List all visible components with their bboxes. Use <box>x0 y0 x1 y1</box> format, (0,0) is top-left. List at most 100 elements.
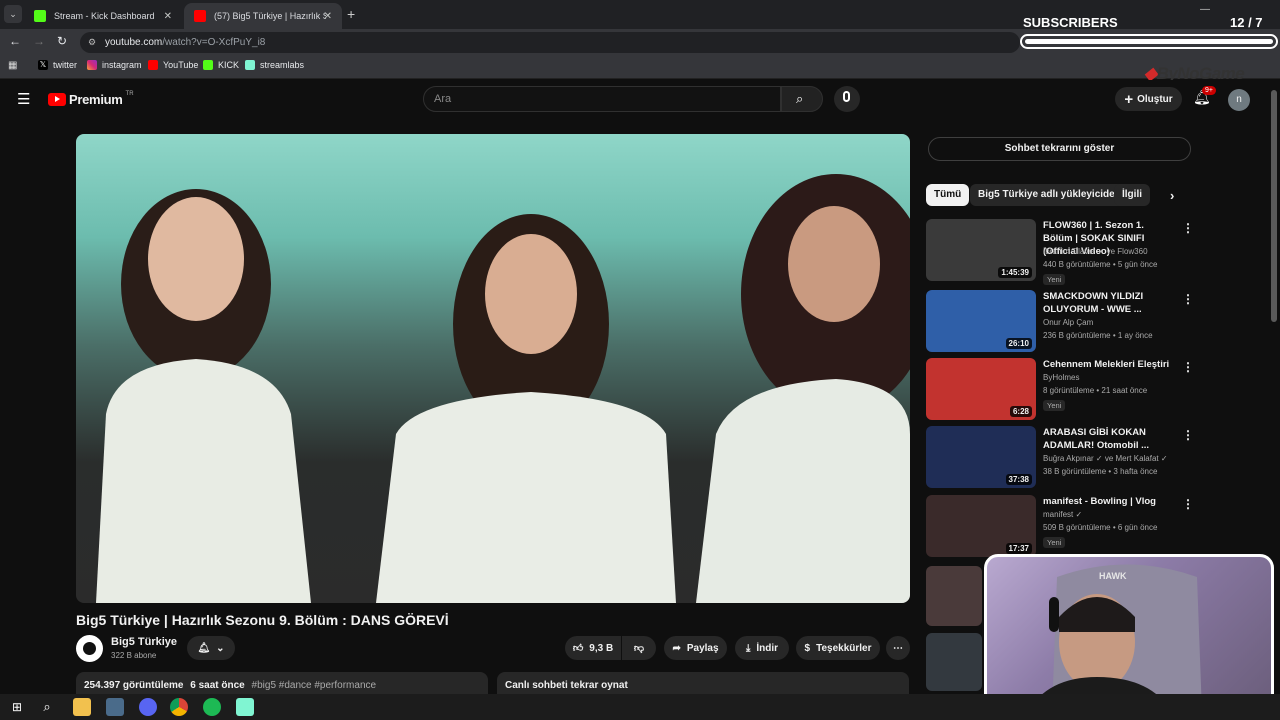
bookmark-kick[interactable]: KICK <box>203 60 239 70</box>
site-info-icon[interactable]: ⚙ <box>88 32 96 53</box>
bookmark-youtube[interactable]: YouTube <box>148 60 198 70</box>
recommendation-item[interactable]: 26:10 SMACKDOWN YILDIZI OLUYORUM - WWE ..… <box>926 290 1194 352</box>
forward-icon[interactable]: → <box>33 34 45 48</box>
more-actions-button[interactable]: ⋯ <box>886 636 910 660</box>
recommendation-channel[interactable]: Onur Alp Çam <box>1043 318 1093 327</box>
create-button[interactable]: + Oluştur <box>1115 87 1182 111</box>
subscription-bell-button[interactable]: 🔔︎ ⌄ <box>187 636 235 660</box>
recommendation-thumbnail[interactable]: 37:38 <box>926 426 1036 488</box>
tab-search-dropdown-icon[interactable]: ⌄ <box>4 5 22 23</box>
thanks-icon: $ <box>804 642 811 654</box>
channel-avatar[interactable] <box>76 635 103 662</box>
recommendation-item[interactable]: 37:38 ARABASI GİBİ KOKAN ADAMLAR! Otomobi… <box>926 426 1194 488</box>
share-button[interactable]: ➦ Paylaş <box>664 636 727 660</box>
new-badge: Yeni <box>1043 537 1066 548</box>
tab-youtube-video[interactable]: (57) Big5 Türkiye | Hazırlık Sezo ✕ <box>184 3 342 29</box>
tab-title: Stream - Kick Dashboard <box>54 11 155 21</box>
streamlabs-icon[interactable] <box>236 698 254 716</box>
recommendation-title[interactable]: manifest - Bowling | Vlog <box>1043 495 1173 508</box>
more-vertical-icon[interactable]: ⋮ <box>1182 428 1194 442</box>
menu-icon[interactable]: ☰ <box>17 90 30 108</box>
bookmark-label: streamlabs <box>260 60 305 70</box>
close-tab-icon[interactable]: ✕ <box>324 11 332 22</box>
recommendation-item[interactable]: 1:45:39 FLOW360 | 1. Sezon 1. Bölüm | SOK… <box>926 219 1194 285</box>
tab-kick-dashboard[interactable]: Stream - Kick Dashboard ✕ <box>24 3 182 29</box>
search-input[interactable]: Ara <box>423 86 781 112</box>
download-button[interactable]: ⤓ İndir <box>735 636 789 660</box>
more-vertical-icon[interactable]: ⋮ <box>1182 221 1194 235</box>
video-duration: 1:45:39 <box>998 267 1032 278</box>
share-icon: ➦ <box>672 642 681 654</box>
account-avatar[interactable]: n <box>1228 89 1250 111</box>
windows-start-icon[interactable]: ⊞ <box>8 698 26 716</box>
search-icon[interactable]: ⌕ <box>38 698 56 716</box>
recommendation-thumbnail-partial[interactable] <box>926 633 982 691</box>
close-tab-icon[interactable]: ✕ <box>164 11 172 22</box>
bookmark-instagram[interactable]: instagram <box>87 60 142 70</box>
recommendation-item[interactable]: 17:37 manifest - Bowling | Vlog manifest ✓… <box>926 495 1194 557</box>
show-chat-replay-button[interactable]: Sohbet tekrarını göster <box>928 137 1191 161</box>
youtube-logo[interactable]: Premium TR <box>48 91 134 107</box>
video-duration: 37:38 <box>1005 474 1032 485</box>
microphone-icon <box>843 91 850 102</box>
new-badge: Yeni <box>1043 274 1066 285</box>
video-duration: 17:37 <box>1005 543 1032 554</box>
chip-related[interactable]: İlgili <box>1114 184 1150 206</box>
voice-search-button[interactable] <box>834 86 860 112</box>
notifications-button[interactable]: 🔔︎ 9+ <box>1193 86 1216 107</box>
webcam-overlay: HAWK <box>984 554 1274 716</box>
discord-icon[interactable] <box>139 698 157 716</box>
more-vertical-icon[interactable]: ⋮ <box>1182 292 1194 306</box>
hashtags[interactable]: #big5 #dance #performance <box>252 680 377 691</box>
search-button[interactable]: ⌕ <box>781 86 823 112</box>
recommendation-thumbnail-partial[interactable] <box>926 566 982 626</box>
view-count: 254.397 görüntüleme <box>84 680 184 691</box>
recommendation-channel[interactable]: ByHolmes <box>1043 373 1079 382</box>
windows-taskbar: ⊞ ⌕ <box>0 694 1280 720</box>
thumbs-up-icon: 👍︎ <box>572 643 584 654</box>
video-duration: 26:10 <box>1005 338 1032 349</box>
url-field[interactable]: ⚙ youtube.com/watch?v=O-XcfPuY_i8 <box>80 32 1020 53</box>
search-placeholder: Ara <box>434 93 452 105</box>
file-explorer-icon[interactable] <box>73 698 91 716</box>
thumbs-down-icon: 👎︎ <box>633 643 645 654</box>
like-button[interactable]: 👍︎ 9,3 B <box>565 636 621 660</box>
recommendation-channel[interactable]: Buğra Akpınar ✓ ve Mert Kalafat ✓ <box>1043 454 1168 463</box>
recommendation-thumbnail[interactable]: 1:45:39 <box>926 219 1036 281</box>
more-vertical-icon[interactable]: ⋮ <box>1182 497 1194 511</box>
recommendation-title[interactable]: SMACKDOWN YILDIZI OLUYORUM - WWE ... <box>1043 290 1173 316</box>
app-icon[interactable] <box>106 698 124 716</box>
upload-time: 6 saat önce <box>190 680 245 691</box>
channel-subscribers: 322 B abone <box>111 651 157 660</box>
recommendation-channel[interactable]: İbrahim Tilaver ✓ ve Flow360 <box>1043 247 1148 256</box>
recommendation-thumbnail[interactable]: 26:10 <box>926 290 1036 352</box>
recommendation-title[interactable]: Cehennem Melekleri Eleştiri <box>1043 358 1173 371</box>
chip-from-uploader[interactable]: Big5 Türkiye adlı yükleyiciden <box>970 184 1129 206</box>
chrome-icon[interactable] <box>170 698 188 716</box>
recommendation-thumbnail[interactable]: 17:37 <box>926 495 1036 557</box>
bookmark-twitter[interactable]: 𝕏 twitter <box>38 60 77 70</box>
video-player[interactable] <box>76 134 910 603</box>
back-icon[interactable]: ← <box>9 34 21 48</box>
reload-icon[interactable]: ↻ <box>57 34 67 48</box>
channel-name[interactable]: Big5 Türkiye <box>111 636 177 648</box>
bookmark-label: YouTube <box>163 60 199 70</box>
minimize-icon[interactable]: — <box>1200 4 1210 15</box>
new-tab-button[interactable]: + <box>347 6 355 22</box>
x-icon: 𝕏 <box>38 60 48 70</box>
spotify-icon[interactable] <box>203 698 221 716</box>
recommendation-item[interactable]: 6:28 Cehennem Melekleri Eleştiri ByHolmes 8… <box>926 358 1194 420</box>
more-vertical-icon[interactable]: ⋮ <box>1182 360 1194 374</box>
thanks-button[interactable]: $ Teşekkürler <box>796 636 880 660</box>
scrollbar[interactable] <box>1271 90 1277 322</box>
apps-icon[interactable]: ▦ <box>8 60 17 71</box>
bookmark-streamlabs[interactable]: streamlabs <box>245 60 304 70</box>
recommendation-title[interactable]: ARABASI GİBİ KOKAN ADAMLAR! Otomobil ... <box>1043 426 1173 452</box>
youtube-icon <box>148 60 158 70</box>
recommendation-thumbnail[interactable]: 6:28 <box>926 358 1036 420</box>
recommendation-channel[interactable]: manifest ✓ <box>1043 510 1082 519</box>
chip-all[interactable]: Tümü <box>926 184 970 206</box>
chevron-right-icon[interactable]: › <box>1170 188 1174 203</box>
kick-icon <box>203 60 213 70</box>
dislike-button[interactable]: 👎︎ <box>622 636 656 660</box>
